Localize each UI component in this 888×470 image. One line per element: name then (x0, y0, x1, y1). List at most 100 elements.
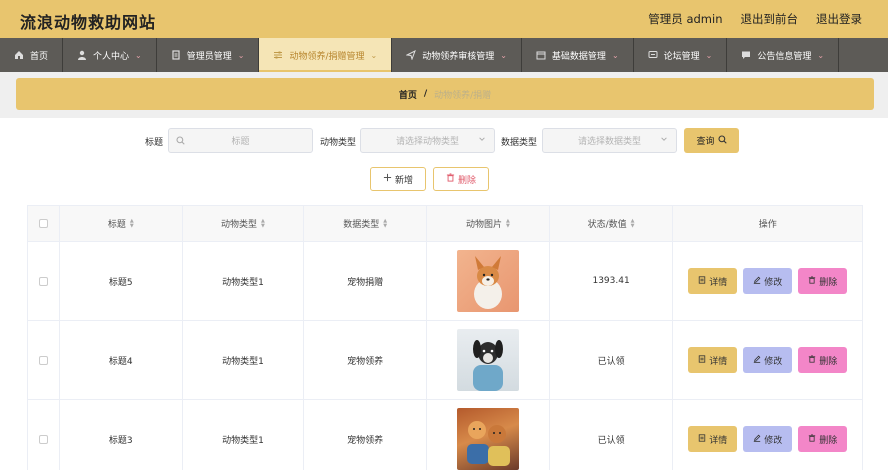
chevron-down-icon: ⌄ (135, 50, 142, 60)
nav-label-adoption-review: 动物领养审核管理 (422, 51, 495, 62)
main-nav: 首页 个人中心 ⌄ 管理员管理 ⌄ 动物领养/捐赠管理 ⌄ 动物领养审核管理 ⌄… (0, 38, 888, 72)
animal-type-select[interactable]: 请选择动物类型 (360, 128, 495, 153)
header-animal-type[interactable]: 动物类型 ▲ ▼ (183, 206, 305, 241)
breadcrumb-separator: / (423, 89, 428, 99)
animal-type-placeholder: 请选择动物类型 (395, 137, 459, 147)
chat-icon (648, 50, 658, 60)
search-filter-row: 标题 标题 动物类型 请选择动物类型 数据类型 请选择数据类型 查询 (0, 128, 888, 154)
chevron-down-icon (660, 135, 668, 146)
table-row: 标题3 动物类型1 宠物领养 已认领 详情 修改 删除 (28, 400, 862, 470)
table-row: 标题4 动物类型1 宠物领养 已认领 详情 修改 删除 (28, 321, 862, 400)
plus-icon (383, 173, 392, 185)
trash-icon (808, 433, 816, 445)
header-data-type-label: 数据类型 (343, 220, 380, 230)
header-title-label: 标题 (107, 220, 126, 230)
data-type-select[interactable]: 请选择数据类型 (542, 128, 677, 153)
title-search-input[interactable]: 标题 (168, 128, 313, 153)
pencil-icon (753, 434, 761, 445)
row-checkbox[interactable] (38, 355, 48, 365)
home-icon (14, 50, 24, 60)
sort-icon: ▲ ▼ (630, 217, 635, 229)
doc-icon (698, 354, 706, 366)
pencil-icon (753, 355, 761, 366)
header-checkbox-cell (28, 206, 60, 241)
nav-label-forum: 论坛管理 (663, 51, 700, 62)
nav-item-home[interactable]: 首页 (0, 38, 64, 72)
header-status-label: 状态/数值 (587, 220, 627, 230)
message-icon (741, 50, 751, 60)
admin-label: 管理员 admin (648, 12, 723, 26)
detail-button[interactable]: 详情 (688, 426, 738, 452)
cell-data-type: 宠物领养 (304, 400, 428, 470)
select-all-checkbox[interactable] (38, 219, 48, 228)
delete-label: 删除 (819, 356, 838, 367)
cell-image (427, 242, 550, 320)
header-image[interactable]: 动物图片 ▲ ▼ (427, 206, 550, 241)
nav-item-forum[interactable]: 论坛管理 ⌄ (634, 38, 728, 72)
cell-image (427, 321, 550, 399)
front-link[interactable]: 退出到前台 (741, 11, 799, 27)
header-animal-type-label: 动物类型 (221, 220, 258, 230)
row-checkbox[interactable] (38, 276, 48, 286)
add-button[interactable]: 新增 (370, 167, 426, 191)
add-label: 新增 (394, 175, 413, 186)
detail-label: 详情 (709, 435, 728, 446)
logout-link[interactable]: 退出登录 (816, 11, 862, 27)
sort-icon: ▲ ▼ (505, 217, 510, 229)
nav-item-adoption[interactable]: 动物领养/捐赠管理 ⌄ (259, 38, 393, 72)
header-data-type[interactable]: 数据类型 ▲ ▼ (304, 206, 428, 241)
send-icon (406, 50, 417, 60)
cell-status: 已认领 (550, 321, 674, 399)
chevron-down-icon: ⌄ (370, 50, 378, 60)
nav-item-profile[interactable]: 个人中心 ⌄ (63, 38, 157, 72)
cell-image (427, 400, 550, 470)
delete-button[interactable]: 删除 (798, 268, 848, 294)
chevron-down-icon (478, 135, 486, 146)
doc-icon (698, 433, 706, 445)
header-status[interactable]: 状态/数值 ▲ ▼ (550, 206, 674, 241)
animal-photo-corgi[interactable] (456, 250, 519, 312)
title-filter-label: 标题 (145, 138, 164, 148)
edit-button[interactable]: 修改 (743, 347, 793, 373)
cell-title: 标题5 (60, 242, 183, 320)
delete-label: 删除 (819, 435, 838, 446)
detail-label: 详情 (709, 277, 728, 288)
nav-item-notice[interactable]: 公告信息管理 ⌄ (727, 38, 840, 72)
breadcrumb: 首页 / 动物领养/捐赠 (16, 78, 874, 110)
delete-button[interactable]: 删除 (798, 347, 848, 373)
doc-icon (698, 275, 706, 287)
cell-ops: 详情 修改 删除 (673, 321, 862, 399)
edit-button[interactable]: 修改 (743, 268, 793, 294)
trash-icon (808, 275, 816, 287)
pencil-icon (753, 276, 761, 287)
nav-item-basic-data[interactable]: 基础数据管理 ⌄ (522, 38, 634, 72)
row-checkbox[interactable] (38, 434, 48, 444)
top-header: 流浪动物救助网站 管理员 admin 退出到前台 退出登录 (0, 0, 888, 38)
nav-item-adoption-review[interactable]: 动物领养审核管理 ⌄ (392, 38, 522, 72)
nav-item-admin[interactable]: 管理员管理 ⌄ (157, 38, 260, 72)
detail-button[interactable]: 详情 (688, 268, 738, 294)
edit-button[interactable]: 修改 (743, 426, 793, 452)
breadcrumb-home[interactable]: 首页 (399, 88, 417, 101)
chevron-down-icon: ⌄ (705, 50, 713, 60)
data-table: 标题 ▲ ▼ 动物类型 ▲ ▼ 数据类型 ▲ ▼ 动物图片 ▲ ▼ 状态/数值 ▲ ▼ 操作 标题5… (27, 205, 863, 470)
row-checkbox-cell (28, 242, 60, 320)
delete-button[interactable]: 删除 (798, 426, 848, 452)
animal-type-filter-label: 动物类型 (320, 138, 357, 148)
cell-status: 已认领 (550, 400, 674, 470)
cell-animal-type: 动物类型1 (183, 321, 305, 399)
breadcrumb-current: 动物领养/捐赠 (434, 90, 492, 101)
cell-ops: 详情 修改 删除 (673, 242, 862, 320)
animal-photo-dog-sweater[interactable] (456, 329, 519, 391)
header-title[interactable]: 标题 ▲ ▼ (60, 206, 183, 241)
detail-button[interactable]: 详情 (688, 347, 738, 373)
sort-icon: ▲ ▼ (261, 217, 265, 229)
cell-ops: 详情 修改 删除 (673, 400, 862, 470)
query-button[interactable]: 查询 (684, 128, 739, 153)
animal-photo-dogs-group[interactable] (456, 408, 519, 470)
query-label: 查询 (696, 137, 715, 147)
edit-label: 修改 (764, 277, 783, 288)
batch-delete-button[interactable]: 删除 (433, 167, 489, 191)
header-ops-label: 操作 (758, 220, 777, 230)
search-icon (176, 136, 185, 148)
